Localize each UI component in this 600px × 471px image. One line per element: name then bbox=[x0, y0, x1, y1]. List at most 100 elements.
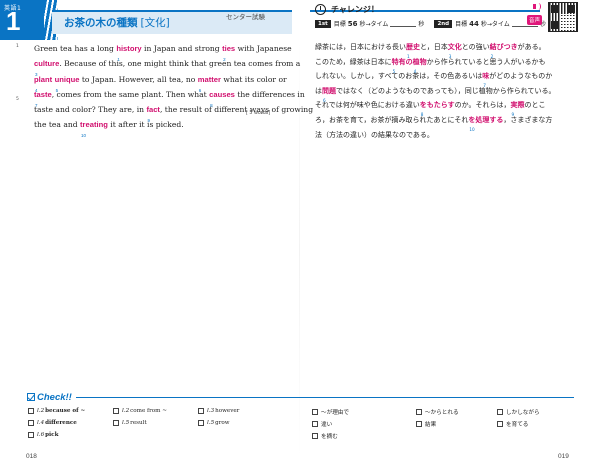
keyword: ties 2 bbox=[222, 44, 235, 62]
qr-code-icon[interactable] bbox=[548, 2, 578, 32]
keyword: 特有の 5 bbox=[392, 58, 413, 74]
check-item[interactable]: ～からとれる bbox=[416, 408, 459, 416]
page-number-right: 019 bbox=[558, 453, 569, 460]
check-item[interactable]: l.6 pick bbox=[28, 432, 58, 438]
keyword: causes 8 bbox=[209, 90, 235, 108]
checkbox[interactable] bbox=[113, 420, 119, 426]
check-item[interactable]: 結果 bbox=[416, 420, 436, 428]
keyword-number: 8 bbox=[210, 102, 213, 108]
line-ref: l.5 bbox=[122, 420, 130, 426]
keyword: unique 5 bbox=[55, 75, 80, 93]
keyword-number: 4 bbox=[413, 68, 417, 74]
check-term: を摘む bbox=[321, 434, 338, 440]
checkbox[interactable] bbox=[28, 420, 34, 426]
japanese-line: このため，緑茶は日本に特有の 5 植物 4 から作られていると思う人がいるかも bbox=[315, 55, 573, 74]
check-term: come from ~ bbox=[130, 408, 167, 414]
keyword: culture 3 bbox=[34, 59, 59, 77]
japanese-line: しれない。しかし，すべてのお茶は，その色あるいは味 7 がどのようなものか bbox=[315, 69, 573, 88]
checkbox[interactable] bbox=[198, 408, 204, 414]
line-ref: l.6 bbox=[37, 432, 45, 438]
keyword-number: 9 bbox=[147, 118, 150, 124]
check-item[interactable]: を摘む bbox=[312, 432, 338, 440]
japanese-translation: 緑茶には，日本における長い歴史 1 と，日本文化 3 との強い結びつき 2 がある。 このため… bbox=[315, 40, 573, 142]
keyword: を処理する 10 bbox=[468, 116, 503, 132]
english-line: the tea and treating 10 it after it is pi… bbox=[34, 117, 272, 138]
keyword-number: 7 bbox=[483, 83, 486, 89]
checkbox[interactable] bbox=[198, 420, 204, 426]
check-item[interactable]: 違い bbox=[312, 420, 332, 428]
page-number-left: 018 bbox=[26, 453, 37, 460]
checkbox[interactable] bbox=[416, 409, 422, 415]
keyword: 歴史 1 bbox=[406, 43, 420, 59]
keyword: 問題 6 bbox=[322, 87, 336, 103]
check-item[interactable]: l.4 difference bbox=[28, 420, 77, 426]
line-number: 5 bbox=[16, 97, 19, 102]
check-term: because of ~ bbox=[45, 408, 86, 414]
check-item[interactable]: l.5 grow bbox=[198, 420, 230, 426]
line-ref: l.2 bbox=[37, 408, 45, 414]
checkbox[interactable] bbox=[497, 421, 503, 427]
line-ref: l.2 bbox=[122, 408, 130, 414]
check-item[interactable]: しかしながら bbox=[497, 408, 540, 416]
check-title: Check!! bbox=[37, 392, 72, 403]
keyword-number: 10 bbox=[469, 126, 475, 132]
keyword: history 1 bbox=[116, 44, 141, 62]
english-line: plant 4 unique 5 to Japan. However, all te… bbox=[34, 72, 287, 93]
second-attempt-badge: 2nd bbox=[434, 19, 453, 28]
second-goal-label: 目標 bbox=[455, 21, 468, 28]
keyword-number: 3 bbox=[448, 54, 452, 59]
checkbox[interactable] bbox=[113, 408, 119, 414]
check-term: 違い bbox=[321, 422, 333, 428]
japanese-line: ろ，お茶を育て，お茶が摘み取られたあとにそれを処理する 10 ，さまざまな方 bbox=[315, 113, 573, 132]
keyword: 味7 bbox=[482, 72, 489, 88]
checkbox[interactable] bbox=[497, 409, 503, 415]
keyword-number: 6 bbox=[323, 97, 326, 103]
audio-icon[interactable] bbox=[531, 3, 541, 11]
keyword: treating 10 bbox=[80, 120, 108, 138]
check-term: however bbox=[215, 408, 240, 414]
check-term: しかしながら bbox=[506, 410, 540, 416]
check-term: を育てる bbox=[506, 422, 529, 428]
second-goal-value: 44 bbox=[469, 19, 479, 28]
checkbox-icon bbox=[27, 393, 35, 401]
check-heading: Check!! bbox=[27, 392, 76, 403]
keyword: taste 7 bbox=[34, 90, 52, 108]
challenge-title: チャレンジ！ bbox=[331, 5, 379, 14]
audio-label[interactable]: 音声 bbox=[527, 15, 543, 25]
keyword-number: 7 bbox=[35, 102, 38, 108]
checkbox[interactable] bbox=[312, 433, 318, 439]
check-term: ～からとれる bbox=[425, 410, 459, 416]
check-term: pick bbox=[45, 432, 59, 438]
checkbox[interactable] bbox=[28, 408, 34, 414]
check-divider bbox=[28, 397, 574, 398]
check-term: 結果 bbox=[425, 422, 437, 428]
checkbox[interactable] bbox=[28, 432, 34, 438]
checkbox[interactable] bbox=[312, 421, 318, 427]
keyword-number: 8 bbox=[420, 112, 424, 118]
checkbox[interactable] bbox=[416, 421, 422, 427]
keyword-number: 2 bbox=[223, 57, 226, 62]
first-goal-label: 目標 bbox=[333, 21, 346, 28]
japanese-line: それでは何が味や色における違いをもたらす 8 のか。それらは，実際 9 のとこ bbox=[315, 98, 573, 117]
checkbox[interactable] bbox=[312, 409, 318, 415]
check-item[interactable]: l.2 come from ~ bbox=[113, 408, 167, 414]
check-item[interactable]: l.5 result bbox=[113, 420, 147, 426]
keyword: 植物 4 bbox=[413, 58, 427, 74]
check-item[interactable]: l.3 however bbox=[198, 408, 239, 414]
japanese-line: 緑茶には，日本における長い歴史 1 と，日本文化 3 との強い結びつき 2 がある。 bbox=[315, 40, 573, 59]
check-item[interactable]: ～が理由で bbox=[312, 408, 349, 416]
first-time-label: 秒→タイム bbox=[359, 21, 389, 28]
keyword-number: 5 bbox=[55, 87, 59, 93]
check-item[interactable]: を育てる bbox=[497, 420, 528, 428]
check-term: result bbox=[130, 420, 147, 426]
page-header: 英語1 1 お茶の木の種類 [文化] センター試験 チャレンジ！ 1st 目標 5… bbox=[0, 0, 600, 40]
japanese-line: 法（方法の違い）の結果なのである。 bbox=[315, 130, 434, 139]
first-time-blank[interactable] bbox=[390, 21, 417, 27]
exam-label: センター試験 bbox=[226, 13, 265, 21]
page-title: お茶の木の種類 [文化] bbox=[64, 15, 170, 30]
keyword: 文化 3 bbox=[448, 43, 462, 59]
word-count: [ 5 words] bbox=[246, 111, 271, 116]
keyword: plant 4 bbox=[34, 75, 52, 93]
first-goal-value: 56 bbox=[347, 19, 358, 28]
check-item[interactable]: l.2 because of ~ bbox=[28, 408, 85, 414]
